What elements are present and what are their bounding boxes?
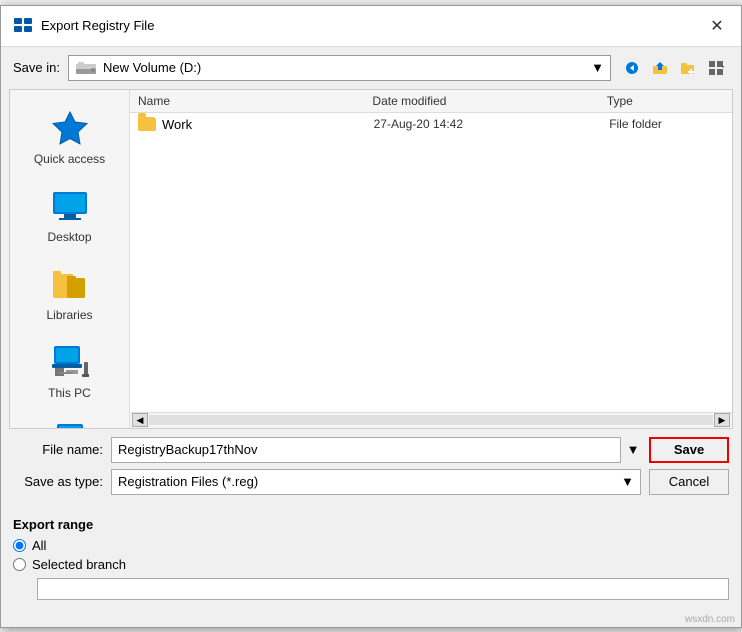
- file-name: Work: [162, 117, 192, 132]
- sidebar-label-quick-access: Quick access: [34, 152, 105, 166]
- save-in-label: Save in:: [13, 60, 60, 75]
- title-bar-left: Export Registry File: [13, 16, 154, 36]
- quick-access-icon: [50, 108, 90, 148]
- sidebar-label-desktop: Desktop: [47, 230, 91, 244]
- sidebar-label-this-pc: This PC: [48, 386, 91, 400]
- save-as-type-row: Save as type: Registration Files (*.reg)…: [13, 469, 729, 495]
- toolbar-buttons: [619, 55, 729, 81]
- desktop-icon: [50, 186, 90, 226]
- sidebar: Quick access Desktop: [10, 90, 130, 428]
- sidebar-item-quick-access[interactable]: Quick access: [10, 100, 129, 174]
- radio-all[interactable]: [13, 539, 26, 552]
- sidebar-label-libraries: Libraries: [46, 308, 92, 322]
- dropdown-arrow-name: ▼: [625, 442, 641, 457]
- title-bar: Export Registry File ✕: [1, 6, 741, 47]
- radio-all-row: All: [13, 538, 729, 553]
- drive-icon: [75, 60, 97, 76]
- this-pc-icon: [50, 342, 90, 382]
- save-as-type-value: Registration Files (*.reg): [118, 474, 258, 489]
- location-dropdown[interactable]: New Volume (D:) ▼: [68, 55, 611, 81]
- up-button[interactable]: [647, 55, 673, 81]
- file-name-input[interactable]: [111, 437, 621, 463]
- libraries-icon: [50, 264, 90, 304]
- col-type-header: Type: [607, 94, 724, 108]
- branch-input[interactable]: [37, 578, 729, 600]
- file-list-header: Name Date modified Type: [130, 90, 732, 113]
- save-button[interactable]: Save: [649, 437, 729, 463]
- bottom-form: File name: ▼ Save Save as type: Registra…: [1, 429, 741, 509]
- export-registry-dialog: Export Registry File ✕ Save in: New Volu…: [0, 5, 742, 628]
- sidebar-item-this-pc[interactable]: This PC: [10, 334, 129, 408]
- dropdown-arrow-type: ▼: [621, 474, 634, 489]
- radio-all-label: All: [32, 538, 46, 553]
- radio-branch-row: Selected branch: [13, 557, 729, 572]
- sidebar-item-network[interactable]: Network: [10, 412, 129, 428]
- toolbar-row: Save in: New Volume (D:) ▼: [1, 47, 741, 89]
- network-icon: [50, 420, 90, 428]
- export-range-title: Export range: [13, 517, 729, 532]
- table-row[interactable]: Work 27-Aug-20 14:42 File folder: [130, 113, 732, 136]
- file-name-label: File name:: [13, 442, 103, 457]
- dialog-title: Export Registry File: [41, 18, 154, 33]
- save-as-type-label: Save as type:: [13, 474, 103, 489]
- horizontal-scrollbar: ◀ ▶: [130, 412, 732, 428]
- folder-icon: [138, 117, 156, 131]
- file-list: Name Date modified Type Work 27-Aug-20 1…: [130, 90, 732, 428]
- col-name-header: Name: [138, 94, 372, 108]
- back-button[interactable]: [619, 55, 645, 81]
- sidebar-item-desktop[interactable]: Desktop: [10, 178, 129, 252]
- location-value: New Volume (D:): [103, 60, 201, 75]
- export-range-section: Export range All Selected branch: [1, 509, 741, 612]
- sidebar-item-libraries[interactable]: Libraries: [10, 256, 129, 330]
- scroll-track[interactable]: [149, 415, 713, 425]
- file-name-row: File name: ▼ Save: [13, 437, 729, 463]
- main-area: Quick access Desktop: [9, 89, 733, 429]
- watermark: wsxdn.com: [1, 612, 741, 627]
- file-row-name: Work: [138, 117, 368, 132]
- file-list-content: Work 27-Aug-20 14:42 File folder: [130, 113, 732, 412]
- registry-title-icon: [13, 16, 33, 36]
- col-date-header: Date modified: [372, 94, 606, 108]
- close-button[interactable]: ✕: [705, 14, 729, 38]
- dropdown-arrow: ▼: [591, 60, 604, 75]
- scroll-right-btn[interactable]: ▶: [714, 413, 730, 427]
- save-as-type-dropdown[interactable]: Registration Files (*.reg) ▼: [111, 469, 641, 495]
- save-as-type-wrap: Registration Files (*.reg) ▼: [111, 469, 641, 495]
- radio-selected-branch[interactable]: [13, 558, 26, 571]
- file-date: 27-Aug-20 14:42: [374, 117, 604, 131]
- file-type: File folder: [609, 117, 724, 131]
- cancel-button[interactable]: Cancel: [649, 469, 729, 495]
- radio-branch-label: Selected branch: [32, 557, 126, 572]
- file-name-input-wrap: ▼: [111, 437, 641, 463]
- scroll-left-btn[interactable]: ◀: [132, 413, 148, 427]
- new-folder-button[interactable]: [675, 55, 701, 81]
- view-button[interactable]: [703, 55, 729, 81]
